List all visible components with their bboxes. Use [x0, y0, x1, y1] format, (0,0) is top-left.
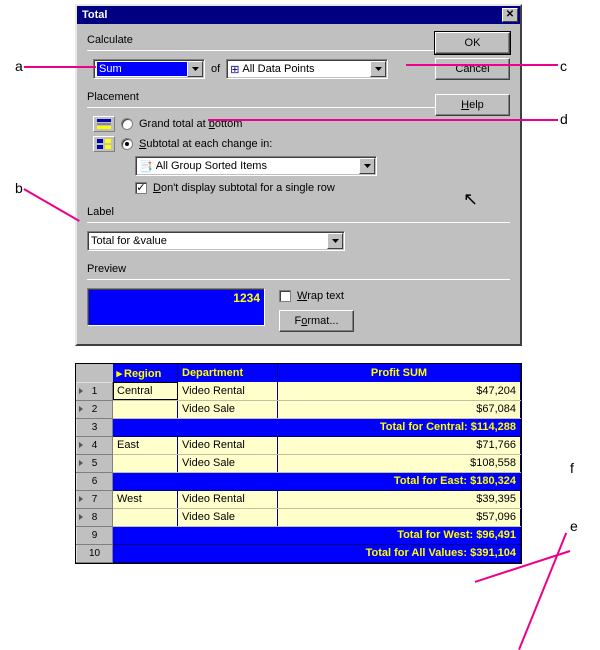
cell-profit[interactable]: $39,395 — [278, 490, 521, 508]
wrap-text-option[interactable]: Wrap text — [297, 290, 344, 302]
row-header[interactable]: 2 — [77, 400, 113, 418]
cell-profit[interactable]: $67,084 — [278, 400, 521, 418]
subtotal-option[interactable]: Subtotal at each change in: — [139, 138, 272, 150]
cell-department[interactable]: Video Rental — [178, 382, 278, 400]
row-header[interactable]: 6 — [77, 472, 113, 490]
format-button[interactable]: Format... — [279, 310, 354, 332]
total-dialog: Total ✕ OK Cancel Help Calculate Sum of … — [75, 4, 522, 346]
function-select[interactable]: Sum — [93, 59, 205, 79]
annot-line-b — [24, 188, 80, 221]
row-header[interactable]: 10 — [77, 544, 113, 562]
cancel-button[interactable]: Cancel — [435, 58, 510, 80]
total-row: Total for All Values: $391,104 — [113, 544, 521, 562]
annot-a: a — [15, 58, 23, 74]
preview-box: 1234 — [87, 288, 265, 326]
annot-line-c — [406, 64, 558, 66]
annot-d: d — [560, 111, 568, 127]
function-value: Sum — [97, 62, 187, 76]
grand-total-radio[interactable] — [121, 118, 133, 130]
annot-e: e — [570, 518, 578, 534]
annot-line-a — [24, 66, 96, 68]
row-header[interactable]: 3 — [77, 418, 113, 436]
row-header[interactable]: 8 — [77, 508, 113, 526]
chevron-down-icon[interactable] — [187, 61, 203, 77]
label-label: Label — [87, 206, 510, 218]
label-value: Total for &value — [91, 235, 327, 247]
cell-department[interactable]: Video Rental — [178, 490, 278, 508]
annot-b: b — [15, 180, 23, 196]
row-header[interactable]: 4 — [77, 436, 113, 454]
total-row: Total for Central: $114,288 — [113, 418, 521, 436]
cell-department[interactable]: Video Rental — [178, 436, 278, 454]
total-row: Total for West: $96,491 — [113, 526, 521, 544]
cell-region[interactable]: West — [113, 490, 178, 508]
cell-region[interactable] — [113, 400, 178, 418]
cell-region[interactable] — [113, 454, 178, 472]
annot-line-d — [208, 119, 558, 121]
group-value: All Group Sorted Items — [156, 160, 359, 172]
cell-department[interactable]: Video Sale — [178, 508, 278, 526]
chevron-down-icon[interactable] — [370, 61, 386, 77]
dont-display-option[interactable]: Don't display subtotal for a single row — [153, 182, 335, 194]
label-select[interactable]: Total for &value — [87, 231, 345, 251]
chevron-down-icon[interactable] — [359, 158, 375, 174]
row-header[interactable]: 9 — [77, 526, 113, 544]
wrap-text-checkbox[interactable] — [279, 290, 291, 302]
cell-profit[interactable]: $57,096 — [278, 508, 521, 526]
col-profit[interactable]: Profit SUM — [278, 364, 521, 382]
grid-corner — [77, 364, 113, 382]
close-icon[interactable]: ✕ — [502, 8, 518, 22]
preview-value: 1234 — [233, 291, 260, 305]
row-header[interactable]: 5 — [77, 454, 113, 472]
annot-line-f — [518, 532, 567, 649]
total-row: Total for East: $180,324 — [113, 472, 521, 490]
help-button[interactable]: Help — [435, 94, 510, 116]
row-header[interactable]: 1 — [77, 382, 113, 400]
cell-profit[interactable]: $108,558 — [278, 454, 521, 472]
group-select[interactable]: 📑 All Group Sorted Items — [135, 156, 377, 176]
col-region[interactable]: ▸Region — [113, 364, 178, 382]
cell-department[interactable]: Video Sale — [178, 400, 278, 418]
row-header[interactable]: 7 — [77, 490, 113, 508]
data-grid: ▸Region Department Profit SUM 1CentralVi… — [75, 363, 522, 564]
ok-button[interactable]: OK — [435, 32, 510, 54]
data-points-select[interactable]: ⊞ All Data Points — [226, 59, 388, 79]
subtotal-icon — [93, 136, 115, 152]
preview-label: Preview — [87, 263, 510, 275]
data-points-value: All Data Points — [242, 63, 370, 75]
cell-region[interactable] — [113, 508, 178, 526]
dialog-title: Total — [82, 9, 502, 21]
cell-region[interactable]: Central — [113, 382, 178, 400]
annot-c: c — [560, 58, 567, 74]
cell-department[interactable]: Video Sale — [178, 454, 278, 472]
subtotal-radio[interactable] — [121, 138, 133, 150]
dialog-titlebar[interactable]: Total ✕ — [77, 6, 520, 24]
dont-display-checkbox[interactable]: ✓ — [135, 182, 147, 194]
cell-region[interactable]: East — [113, 436, 178, 454]
cell-profit[interactable]: $47,204 — [278, 382, 521, 400]
col-department[interactable]: Department — [178, 364, 278, 382]
grand-total-icon — [93, 116, 115, 132]
of-label: of — [211, 63, 220, 75]
cell-profit[interactable]: $71,766 — [278, 436, 521, 454]
chevron-down-icon[interactable] — [327, 233, 343, 249]
annot-f: f — [570, 460, 574, 476]
